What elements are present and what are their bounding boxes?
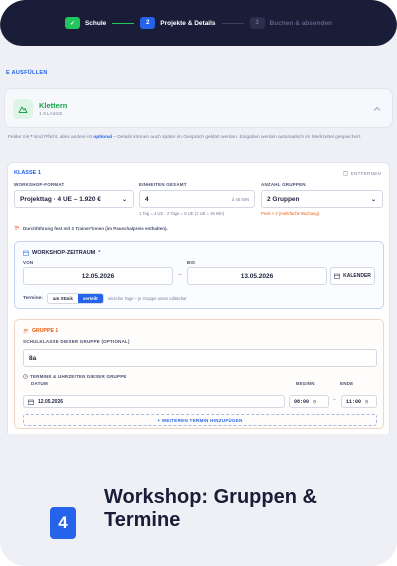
beginn-input[interactable]: 08:00 ◷: [289, 395, 329, 408]
chevron-up-icon[interactable]: [372, 104, 382, 114]
termine-toggle: am Stück verteilt: [46, 293, 104, 304]
bis-label: BIS: [187, 260, 196, 265]
ende-input[interactable]: 11:00 ◷: [341, 395, 377, 408]
klasse-card: KLASSE 1 ENTFERNEN WORKSHOP-FORMAT Proje…: [7, 162, 390, 449]
calendar-icon: [28, 399, 34, 405]
gruppe-title-text: GRUPPE 1: [32, 328, 59, 334]
ende-value: 11:00: [346, 398, 362, 405]
calendar-icon: [23, 250, 29, 256]
step-connector: [112, 22, 135, 24]
gruppen-value: 2 Gruppen: [267, 195, 300, 203]
add-termin-button[interactable]: + WEITEREN TERMIN HINZUFÜGEN: [23, 414, 377, 426]
users-icon: [14, 225, 20, 231]
gruppe-title: GRUPPE 1: [23, 328, 58, 334]
trash-icon: [343, 170, 348, 176]
beginn-label: BEGINN: [296, 381, 315, 386]
mountain-icon: [13, 99, 33, 119]
ende-label: ENDE: [340, 381, 354, 386]
termine-uhrzeiten-label: TERMINE & UHRZEITEN DIESER GRUPPE: [23, 374, 127, 379]
bis-date-input[interactable]: 13.05.2026: [187, 267, 327, 285]
format-label: WORKSHOP-FORMAT: [14, 182, 65, 187]
caption-panel: 4 Workshop: Gruppen & Termine: [0, 434, 397, 566]
step-connector: [221, 22, 244, 24]
von-date-input[interactable]: 12.05.2026: [23, 267, 173, 285]
step-number: 3: [249, 17, 265, 29]
zeitraum-panel: WORKSHOP-ZEITRAUM * VON 12.05.2026 – BIS…: [14, 241, 384, 309]
gruppen-note: Preis × 2 (mehrfache Buchung).: [261, 211, 321, 216]
section-title: E AUSFÜLLEN: [6, 70, 48, 76]
einheiten-label: EINHEITEN GESAMT: [139, 182, 187, 187]
gruppen-select[interactable]: 2 Gruppen ⌄: [261, 190, 383, 208]
einheiten-input[interactable]: 4 à 45 MIN: [139, 190, 255, 208]
project-card-header[interactable]: Klettern 1 KLASSE: [4, 88, 393, 128]
main-content: E AUSFÜLLEN Klettern 1 KLASSE Felder mit…: [0, 46, 397, 449]
check-icon: ✓: [64, 17, 80, 29]
einheiten-note: 1 Tag = 4 UE · 2 Tage = 8 UE (1 UE = 45 …: [139, 211, 225, 216]
format-value: Projekttag · 4 UE – 1.920 €: [20, 195, 101, 203]
project-subtitle: 1 KLASSE: [39, 111, 63, 116]
kalender-label: KALENDER: [343, 273, 371, 279]
hint-text: Felder mit: [8, 135, 31, 140]
required-star: *: [98, 250, 101, 256]
termine-label: Termine:: [23, 296, 43, 301]
time-dash: –: [333, 397, 336, 403]
klasse-title: KLASSE 1: [14, 170, 41, 176]
hint-text: sind Pflicht, alles andere ist: [32, 135, 94, 140]
beginn-value: 08:00: [294, 398, 310, 405]
termine-desc: einzelne Tage – je Gruppe unten editierb…: [107, 296, 187, 301]
users-icon: [23, 328, 29, 334]
zeitraum-title-text: WORKSHOP-ZEITRAUM: [32, 250, 96, 256]
remove-button[interactable]: ENTFERNEN: [343, 170, 381, 176]
step-buchen[interactable]: 3 Buchen & absenden: [249, 17, 333, 29]
segment-am-stueck[interactable]: am Stück: [47, 294, 78, 303]
datum-input[interactable]: 12.05.2026: [23, 395, 285, 408]
kalender-button[interactable]: KALENDER: [330, 267, 375, 285]
remove-label: ENTFERNEN: [350, 170, 381, 176]
einheiten-unit: à 45 MIN: [232, 196, 249, 202]
segment-verteilt[interactable]: verteilt: [77, 294, 103, 303]
progress-stepper: ✓ Schule 2 Projekte & Details 3 Buchen &…: [0, 0, 397, 46]
range-dash: –: [178, 272, 182, 278]
von-label: VON: [23, 260, 34, 265]
calendar-icon: [334, 273, 340, 279]
termine-uhrzeiten-text: TERMINE & UHRZEITEN DIESER GRUPPE: [30, 374, 127, 379]
trainer-note-text: Durchführung fest mit 2 Trainer*innen (i…: [23, 225, 168, 231]
caption-text: Workshop: Gruppen & Termine: [104, 486, 317, 531]
gruppen-label: ANZAHL GRUPPEN: [261, 182, 306, 187]
caption-number: 4: [50, 507, 76, 539]
step-projekte[interactable]: 2 Projekte & Details: [140, 17, 216, 29]
app-frame: ✓ Schule 2 Projekte & Details 3 Buchen &…: [0, 0, 397, 566]
clock-icon: ◷: [313, 398, 317, 405]
hint-text: – Details können auch später im Gespräch…: [112, 135, 362, 140]
step-label: Buchen & absenden: [269, 19, 333, 27]
clock-icon: ◷: [365, 398, 369, 405]
format-select[interactable]: Projekttag · 4 UE – 1.920 € ⌄: [14, 190, 134, 208]
trainer-note: Durchführung fest mit 2 Trainer*innen (i…: [14, 225, 168, 231]
clock-icon: [23, 374, 28, 379]
chevron-down-icon: ⌄: [370, 196, 376, 203]
schulklasse-label: SCHULKLASSE DIESER GRUPPE (OPTIONAL): [23, 339, 130, 344]
step-label: Projekte & Details: [160, 19, 216, 27]
project-title: Klettern: [39, 101, 68, 110]
datum-label: DATUM: [31, 381, 48, 386]
step-number: 2: [140, 17, 156, 29]
step-label: Schule: [84, 19, 107, 27]
step-schule[interactable]: ✓ Schule: [64, 17, 107, 29]
zeitraum-title: WORKSHOP-ZEITRAUM *: [23, 250, 100, 256]
form-hint: Felder mit * sind Pflicht, alles andere …: [8, 134, 388, 141]
datum-value: 12.05.2026: [38, 398, 64, 405]
schulklasse-input[interactable]: 8a: [23, 349, 377, 367]
chevron-down-icon: ⌄: [121, 196, 127, 203]
optional-word: optional: [93, 135, 112, 140]
termine-row: Termine: am Stück verteilt einzelne Tage…: [23, 293, 187, 304]
gruppe-card: GRUPPE 1 SCHULKLASSE DIESER GRUPPE (OPTI…: [14, 319, 384, 429]
einheiten-value: 4: [145, 195, 149, 203]
